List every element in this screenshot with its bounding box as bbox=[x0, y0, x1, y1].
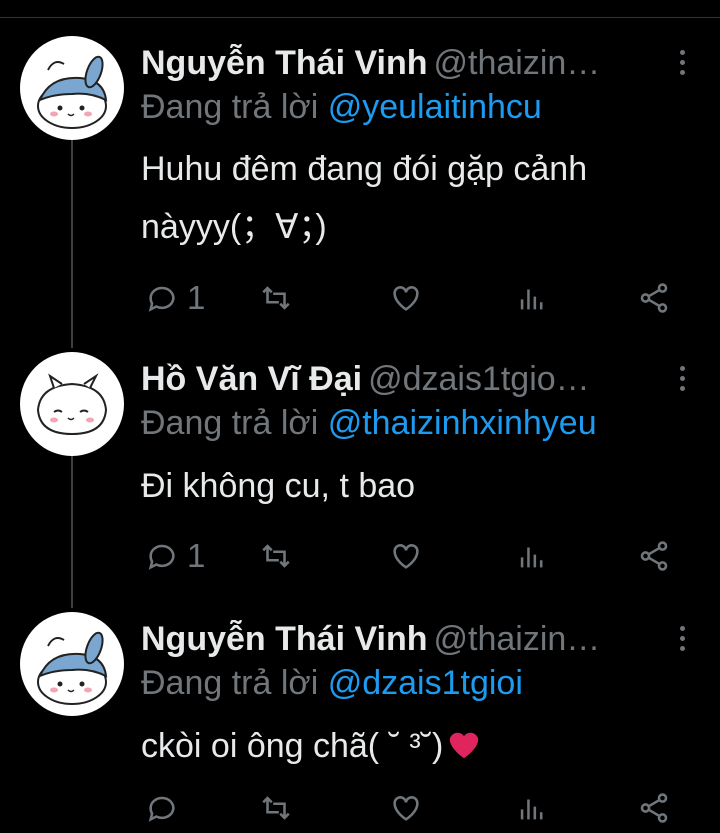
replying-to-label: Đang trả lời bbox=[141, 88, 319, 126]
avatar[interactable] bbox=[20, 612, 124, 716]
heart-outline-icon bbox=[393, 796, 419, 821]
cat-blue-hood-avatar-icon bbox=[37, 631, 108, 705]
like-button[interactable] bbox=[389, 788, 423, 828]
top-divider bbox=[0, 17, 720, 18]
tweet-text: ckòi oi ông chã( ˘ ³˘) bbox=[141, 717, 701, 775]
mention-link[interactable]: @yeulaitinhcu bbox=[328, 88, 542, 126]
tweet-text: Đi không cu, t bao bbox=[141, 457, 701, 515]
more-options-icon[interactable] bbox=[678, 626, 686, 654]
heart-outline-icon bbox=[393, 544, 419, 569]
red-heart-icon bbox=[450, 732, 479, 759]
user-handle[interactable]: @thaizin… bbox=[434, 44, 601, 82]
reply-icon bbox=[148, 796, 175, 822]
reply-button[interactable] bbox=[145, 788, 187, 828]
action-bar bbox=[141, 788, 681, 828]
avatar[interactable] bbox=[20, 352, 124, 456]
replying-to-label: Đang trả lời bbox=[141, 404, 319, 442]
analytics-button[interactable] bbox=[515, 278, 549, 318]
display-name[interactable]: Nguyễn Thái Vinh bbox=[141, 620, 428, 658]
replying-to: Đang trả lời @thaizinhxinhyeu bbox=[141, 404, 597, 443]
retweet-icon bbox=[262, 286, 290, 310]
retweet-icon bbox=[262, 544, 290, 568]
tweet-header: Nguyễn Thái Vinh @thaizin… bbox=[141, 44, 681, 90]
share-icon bbox=[640, 541, 668, 571]
replying-to: Đang trả lời @dzais1tgioi bbox=[141, 664, 523, 703]
tweet-text-line: Đi không cu, t bao bbox=[141, 467, 416, 505]
reply-icon bbox=[148, 544, 175, 570]
tweet-header: Hồ Văn Vĩ Đại @dzais1tgio… bbox=[141, 360, 681, 406]
like-button[interactable] bbox=[389, 536, 423, 576]
more-options-icon[interactable] bbox=[678, 366, 686, 394]
share-button[interactable] bbox=[637, 788, 671, 828]
user-handle[interactable]: @dzais1tgio… bbox=[368, 360, 590, 398]
tweet-text-line: ckòi oi ông chã( ˘ ³˘) bbox=[141, 727, 444, 765]
replying-to: Đang trả lời @yeulaitinhcu bbox=[141, 88, 542, 127]
tweet[interactable]: Nguyễn Thái Vinh @thaizin… Đang trả lời @… bbox=[0, 612, 720, 833]
retweet-button[interactable] bbox=[259, 278, 293, 318]
heart-outline-icon bbox=[393, 286, 419, 311]
cat-blue-hood-avatar-icon bbox=[37, 55, 108, 129]
reply-count: 1 bbox=[187, 537, 206, 574]
tweet[interactable]: Hồ Văn Vĩ Đại @dzais1tgio… Đang trả lời @… bbox=[0, 352, 720, 592]
reply-count: 1 bbox=[187, 279, 206, 316]
analytics-icon bbox=[520, 799, 543, 820]
action-bar: 1 bbox=[141, 278, 681, 318]
more-options-icon[interactable] bbox=[678, 50, 686, 78]
user-handle[interactable]: @thaizin… bbox=[434, 620, 601, 658]
reply-button[interactable]: 1 bbox=[145, 536, 205, 576]
analytics-button[interactable] bbox=[515, 788, 549, 828]
tweet-text-line: Huhu đêm đang đói gặp cảnh bbox=[141, 150, 588, 188]
share-icon bbox=[640, 793, 668, 823]
action-bar: 1 bbox=[141, 536, 681, 576]
retweet-button[interactable] bbox=[259, 788, 293, 828]
replying-to-label: Đang trả lời bbox=[141, 664, 319, 702]
reply-icon bbox=[148, 286, 175, 312]
tweet[interactable]: Nguyễn Thái Vinh @thaizin… Đang trả lời @… bbox=[0, 36, 720, 326]
display-name[interactable]: Nguyễn Thái Vinh bbox=[141, 44, 428, 82]
display-name[interactable]: Hồ Văn Vĩ Đại bbox=[141, 360, 362, 398]
tweet-header: Nguyễn Thái Vinh @thaizin… bbox=[141, 620, 681, 666]
retweet-button[interactable] bbox=[259, 536, 293, 576]
share-button[interactable] bbox=[637, 536, 671, 576]
analytics-button[interactable] bbox=[515, 536, 549, 576]
share-icon bbox=[640, 283, 668, 313]
share-button[interactable] bbox=[637, 278, 671, 318]
analytics-icon bbox=[520, 547, 543, 568]
avatar[interactable] bbox=[20, 36, 124, 140]
like-button[interactable] bbox=[389, 278, 423, 318]
retweet-icon bbox=[262, 796, 290, 820]
analytics-icon bbox=[520, 289, 543, 310]
tweet-text-line: nàyyy(；∀；) bbox=[141, 208, 327, 246]
mention-link[interactable]: @dzais1tgioi bbox=[328, 664, 523, 702]
reply-button[interactable]: 1 bbox=[145, 278, 205, 318]
tweet-text: Huhu đêm đang đói gặp cảnh nàyyy(；∀；) bbox=[141, 140, 701, 256]
mention-link[interactable]: @thaizinhxinhyeu bbox=[328, 404, 597, 442]
cat-white-avatar-icon bbox=[36, 373, 108, 436]
